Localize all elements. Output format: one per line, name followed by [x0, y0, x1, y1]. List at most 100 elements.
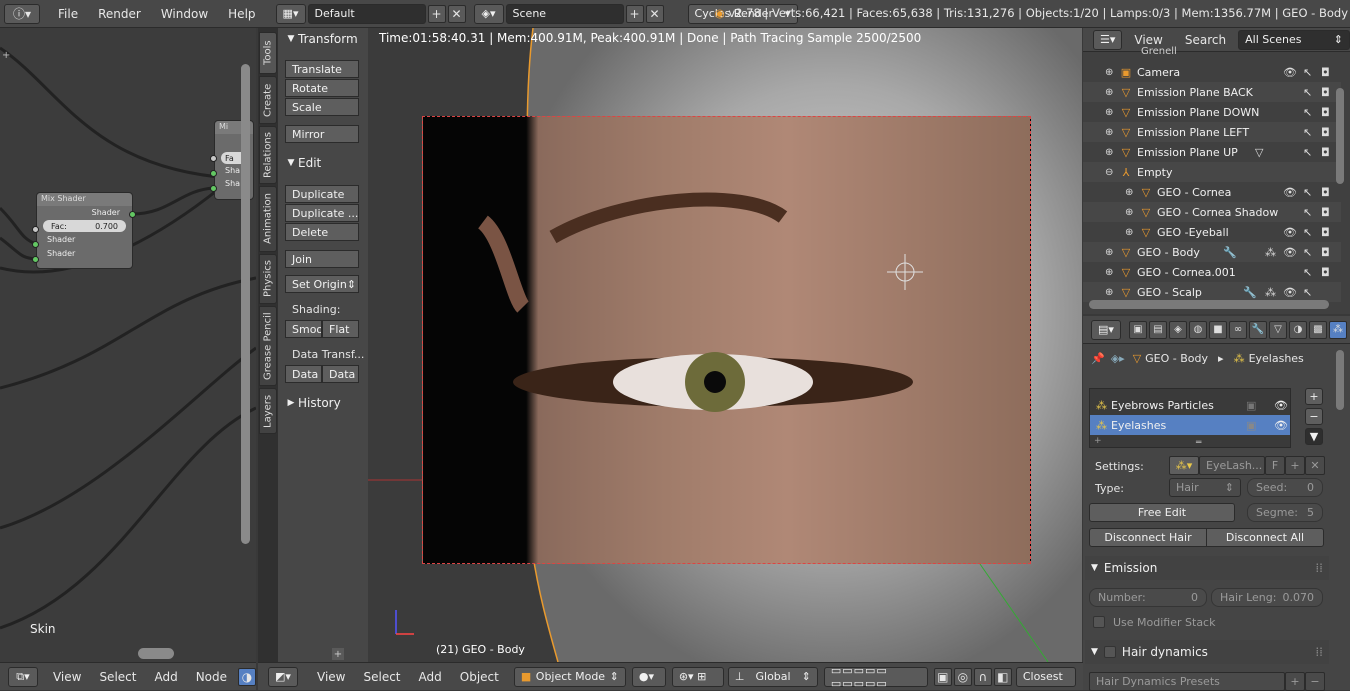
mix-shader-input2-socket[interactable]: [32, 256, 39, 263]
render-camera-icon[interactable]: ◘: [1321, 66, 1330, 79]
node-menu-add[interactable]: Add: [145, 670, 186, 684]
join-button[interactable]: Join: [285, 250, 359, 268]
set-origin-button[interactable]: Set Origin ⇕: [285, 275, 359, 293]
outliner-row-geo-cornea-shadow[interactable]: ⊕ ▽ GEO - Cornea Shadow ↖ ◘: [1083, 202, 1341, 222]
particle-type-select[interactable]: Hair ⇕: [1169, 478, 1241, 497]
settings-browse-button[interactable]: ⁂▾: [1169, 456, 1199, 475]
viewport-menu-view[interactable]: View: [308, 670, 354, 684]
drag-handle-icon[interactable]: ⁞⁞: [1315, 645, 1323, 659]
tab-material[interactable]: ◑: [1289, 320, 1307, 339]
expand-icon[interactable]: ⊕: [1105, 267, 1115, 278]
hair-length-field[interactable]: Hair Leng: 0.070: [1211, 588, 1323, 607]
layout-name-field[interactable]: Default: [307, 3, 426, 24]
right-node-input1-socket[interactable]: [210, 170, 217, 177]
node-menu-view[interactable]: View: [44, 670, 90, 684]
disconnect-all-button[interactable]: Disconnect All: [1206, 528, 1324, 547]
add-particle-system-button[interactable]: +: [1305, 388, 1323, 405]
add-preset-button[interactable]: +: [1285, 672, 1305, 691]
outliner-row-emission-left[interactable]: ⊕ ▽ Emission Plane LEFT ↖ ◘: [1083, 122, 1341, 142]
render-toggle-icon[interactable]: ▣: [1246, 419, 1256, 432]
outliner-row-empty[interactable]: ⊖ ⅄ Empty: [1083, 162, 1341, 182]
node-editor[interactable]: Mix Shader Shader Fac: 0.700 Shader Shade…: [0, 28, 256, 662]
tab-world[interactable]: ◍: [1189, 320, 1207, 339]
translate-button[interactable]: Translate: [285, 60, 359, 78]
hair-dynamics-checkbox[interactable]: [1103, 646, 1116, 658]
render-toggle-icon[interactable]: ▣: [1246, 399, 1256, 412]
outliner[interactable]: ☰▾ View Search All Scenes ⇕ Grenell ⊕ ▣ Cam…: [1083, 28, 1350, 314]
render-camera-icon[interactable]: ◘: [1321, 226, 1330, 239]
visibility-eye-icon[interactable]: 👁: [1274, 399, 1288, 412]
region-plus-icon[interactable]: +: [332, 648, 344, 660]
remove-preset-button[interactable]: −: [1305, 672, 1325, 691]
render-camera-icon[interactable]: ◘: [1321, 146, 1330, 159]
outliner-row-geo-scalp[interactable]: ⊕ ▽ GEO - Scalp 🔧 ⁂ 👁 ↖: [1083, 282, 1341, 302]
menu-window[interactable]: Window: [151, 7, 218, 21]
render-camera-icon[interactable]: ◘: [1321, 86, 1330, 99]
select-arrow-icon[interactable]: ↖: [1303, 226, 1312, 239]
snap-toggle[interactable]: ∩: [973, 667, 992, 686]
layout-browse-button[interactable]: ▦▾: [275, 3, 306, 24]
mix-shader-output-socket[interactable]: [129, 211, 136, 218]
select-arrow-icon[interactable]: ↖: [1303, 126, 1312, 139]
add-scene-button[interactable]: +: [625, 4, 644, 23]
expand-icon[interactable]: ⊕: [1125, 207, 1135, 218]
expand-icon[interactable]: ⊕: [1125, 187, 1135, 198]
fake-user-button[interactable]: F: [1265, 456, 1285, 475]
segments-field[interactable]: Segme: 5: [1247, 503, 1323, 522]
scale-button[interactable]: Scale: [285, 98, 359, 116]
drag-handle-icon[interactable]: ⁞⁞: [1315, 561, 1323, 575]
outliner-row-emission-up[interactable]: ⊕ ▽ Emission Plane UP ▽ ↖ ◘: [1083, 142, 1341, 162]
mix-shader-fac-field[interactable]: Fac: 0.700: [43, 220, 126, 232]
render-camera-icon[interactable]: ◘: [1321, 106, 1330, 119]
interaction-mode-select[interactable]: ■ Object Mode ⇕: [513, 666, 626, 687]
tab-physics[interactable]: Physics: [259, 254, 277, 304]
number-field[interactable]: Number: 0: [1089, 588, 1207, 607]
hair-dynamics-presets-select[interactable]: Hair Dynamics Presets: [1089, 672, 1285, 691]
tab-grease-pencil[interactable]: Grease Pencil: [259, 306, 277, 386]
outliner-row-geo-cornea[interactable]: ⊕ ▽ GEO - Cornea 👁 ↖ ◘: [1083, 182, 1341, 202]
scene-name-field[interactable]: Scene: [505, 3, 624, 24]
select-arrow-icon[interactable]: ↖: [1303, 106, 1312, 119]
remove-particle-system-button[interactable]: −: [1305, 408, 1323, 425]
expand-icon[interactable]: ⊕: [1105, 107, 1115, 118]
duplicate-linked-button[interactable]: Duplicate ...: [285, 204, 359, 222]
expand-icon[interactable]: ⊕: [1105, 127, 1115, 138]
delete-button[interactable]: Delete: [285, 223, 359, 241]
select-arrow-icon[interactable]: ↖: [1303, 66, 1312, 79]
node-menu-select[interactable]: Select: [90, 670, 145, 684]
free-edit-button[interactable]: Free Edit: [1089, 503, 1235, 522]
hair-dynamics-panel-header[interactable]: ▼ Hair dynamics ⁞⁞: [1085, 640, 1329, 664]
rotate-button[interactable]: Rotate: [285, 79, 359, 97]
edit-panel-header[interactable]: ▼ Edit: [278, 154, 368, 172]
tab-texture[interactable]: ▩: [1309, 320, 1327, 339]
node-editor-type-button[interactable]: ⧉▾: [8, 666, 38, 687]
viewport-shading-select[interactable]: ●▾: [631, 666, 666, 687]
tab-object[interactable]: ■: [1209, 320, 1227, 339]
select-arrow-icon[interactable]: ↖: [1303, 246, 1312, 259]
node-menu-node[interactable]: Node: [187, 670, 236, 684]
tab-render[interactable]: ▣: [1129, 320, 1147, 339]
menu-render[interactable]: Render: [88, 7, 151, 21]
mix-shader-fac-socket[interactable]: [32, 226, 39, 233]
region-plus-icon[interactable]: +: [2, 50, 12, 61]
viewport-menu-select[interactable]: Select: [354, 670, 409, 684]
render-camera-icon[interactable]: ◘: [1321, 246, 1330, 259]
remove-scene-button[interactable]: ✕: [645, 4, 664, 23]
tab-layers[interactable]: Layers: [259, 388, 277, 434]
snap-target-select[interactable]: Closest: [1015, 666, 1076, 687]
visibility-eye-icon[interactable]: 👁: [1283, 286, 1297, 299]
tab-tools[interactable]: Tools: [259, 32, 277, 74]
outliner-row-emission-down[interactable]: ⊕ ▽ Emission Plane DOWN ↖ ◘: [1083, 102, 1341, 122]
pivot-point-select[interactable]: ⊛▾ ⊞: [671, 666, 724, 687]
remove-layout-button[interactable]: ✕: [447, 4, 466, 23]
particle-list-menu-button[interactable]: ▼: [1305, 428, 1323, 445]
outliner-row-geo-body[interactable]: ⊕ ▽ GEO - Body 🔧 ⁂ 👁 ↖ ◘: [1083, 242, 1341, 262]
select-arrow-icon[interactable]: ↖: [1303, 286, 1312, 299]
expand-icon[interactable]: ⊕: [1105, 147, 1115, 158]
shade-smooth-button[interactable]: Smoo: [285, 320, 322, 338]
outliner-row-geo-cornea-001[interactable]: ⊕ ▽ GEO - Cornea.001 ↖ ◘: [1083, 262, 1341, 282]
properties-editor[interactable]: ▤▾ ▣ ▤ ◈ ◍ ■ ∞ 🔧 ▽ ◑ ▩ ⁂ 📌 ◈▸ ▽ GEO - Bo…: [1083, 316, 1350, 691]
scene-browse-button[interactable]: ◈▾: [473, 3, 504, 24]
tab-render-layers[interactable]: ▤: [1149, 320, 1167, 339]
tab-relations[interactable]: Relations: [259, 126, 277, 184]
